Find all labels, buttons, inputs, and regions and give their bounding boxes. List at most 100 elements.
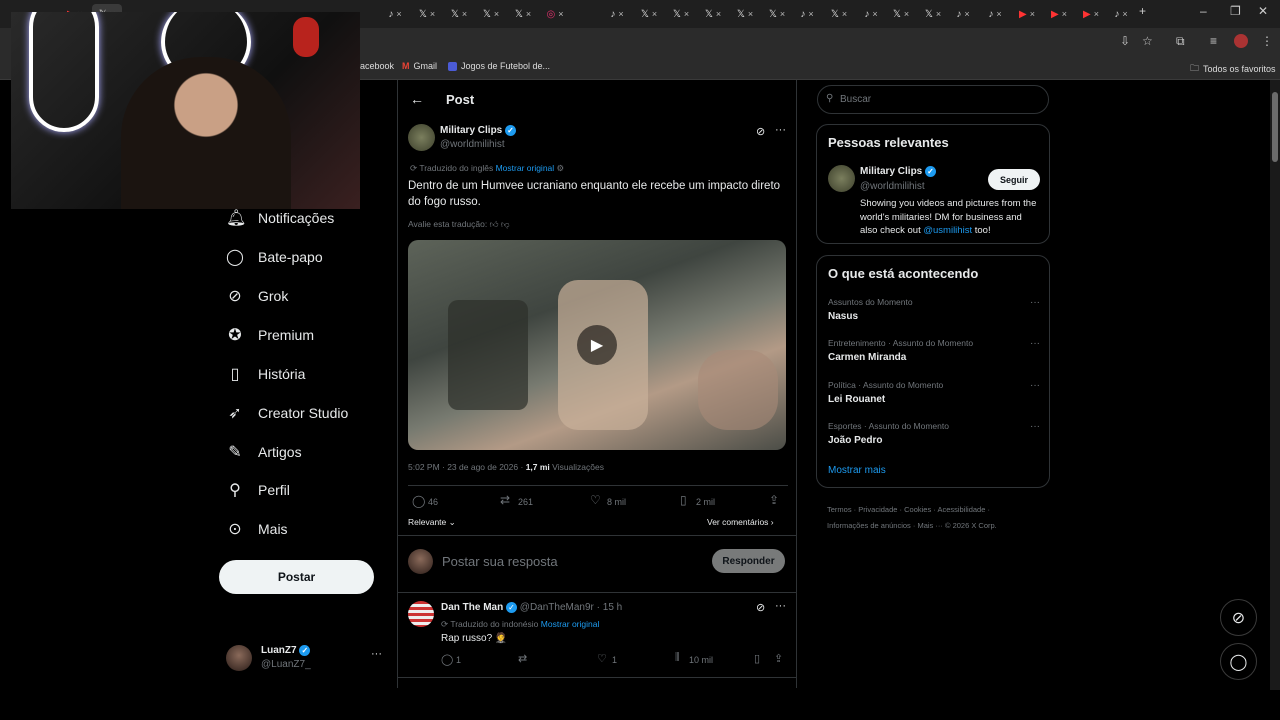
relevant-handle[interactable]: @worldmilihist bbox=[860, 181, 925, 192]
tab-tiktok[interactable]: ♪ × bbox=[856, 4, 886, 24]
settings-icon[interactable]: ⚙ bbox=[557, 163, 565, 173]
tab-x[interactable]: 𝕏 × bbox=[476, 4, 506, 24]
post-button[interactable]: Postar bbox=[219, 560, 374, 594]
footer-links[interactable]: Termos · Privacidade · Cookies · Acessib… bbox=[827, 502, 1047, 518]
author-avatar[interactable] bbox=[408, 124, 435, 151]
tab-youtube[interactable]: ▶× bbox=[1012, 4, 1042, 24]
tab-tiktok[interactable]: ♪ × bbox=[980, 4, 1010, 24]
account-switcher[interactable]: LuanZ7 ✓ @LuanZ7_ ··· bbox=[226, 644, 386, 674]
trend-item[interactable]: Política · Assunto do Momento Lei Rouanet… bbox=[828, 380, 1040, 405]
reply-author-avatar[interactable] bbox=[408, 601, 434, 627]
tab-tiktok[interactable]: ♪ × bbox=[948, 4, 978, 24]
more-icon[interactable]: ··· bbox=[1030, 297, 1040, 308]
tab-x[interactable]: 𝕏 × bbox=[824, 4, 854, 24]
bookmark-icon[interactable]: ▯ bbox=[754, 652, 760, 665]
tab-x[interactable]: 𝕏 × bbox=[634, 4, 664, 24]
tab-tiktok[interactable]: ♪ × bbox=[602, 4, 632, 24]
show-more-link[interactable]: Mostrar mais bbox=[828, 465, 886, 476]
trend-item[interactable]: Esportes · Assunto do Momento João Pedro ·… bbox=[828, 421, 1040, 446]
maximize-icon[interactable]: ❐ bbox=[1230, 4, 1241, 18]
reply-icon[interactable]: ◯ bbox=[441, 653, 453, 666]
more-icon[interactable]: ··· bbox=[775, 124, 786, 136]
nav-more[interactable]: ⊙ Mais bbox=[226, 519, 287, 539]
bookmark-icon[interactable]: ▯ bbox=[680, 493, 687, 507]
bookmark-game[interactable]: Jogos de Futebol de... bbox=[448, 61, 550, 71]
like-icon[interactable]: ♡ bbox=[597, 652, 607, 665]
relevant-name[interactable]: Military Clips ✓ bbox=[860, 166, 937, 177]
scrollbar-thumb[interactable] bbox=[1272, 92, 1278, 162]
footer-links[interactable]: Informações de anúncios · Mais ··· © 202… bbox=[827, 518, 1047, 534]
like-icon[interactable]: ♡ bbox=[590, 493, 601, 507]
extensions-icon[interactable]: ⧉ bbox=[1176, 34, 1185, 49]
reply-author[interactable]: Dan The Man ✓ @DanTheMan9r · 15 h bbox=[441, 602, 622, 613]
video-player[interactable]: ▶ bbox=[408, 240, 786, 450]
profile-avatar-icon[interactable] bbox=[1234, 34, 1248, 48]
nav-creator-studio[interactable]: ➶ Creator Studio bbox=[226, 403, 348, 423]
show-original-link[interactable]: Mostrar original bbox=[541, 619, 600, 629]
share-icon[interactable]: ⇪ bbox=[769, 493, 779, 507]
bookmark-gmail[interactable]: M Gmail bbox=[402, 61, 437, 71]
author-name[interactable]: Military Clips ✓ bbox=[440, 125, 517, 136]
nav-chat[interactable]: ◯ Bate-papo bbox=[226, 247, 323, 267]
grok-icon[interactable]: ⊘ bbox=[756, 601, 765, 614]
thumbs-up-icon[interactable]: 👍︎ bbox=[490, 219, 499, 229]
all-bookmarks[interactable]: 🗀 Todos os favoritos bbox=[1190, 61, 1276, 77]
scrollbar[interactable] bbox=[1270, 80, 1280, 690]
avatar[interactable] bbox=[828, 165, 855, 192]
share-icon[interactable]: ⇪ bbox=[774, 652, 783, 665]
grok-fab-icon[interactable]: ⊘ bbox=[1220, 599, 1257, 636]
follow-button[interactable]: Seguir bbox=[988, 169, 1040, 190]
tab-x[interactable]: 𝕏 × bbox=[886, 4, 916, 24]
more-icon[interactable]: ··· bbox=[1030, 421, 1040, 432]
reply-input[interactable]: Postar sua resposta bbox=[442, 554, 558, 569]
nav-premium[interactable]: ✪ Premium bbox=[226, 325, 314, 345]
more-icon[interactable]: ··· bbox=[1030, 338, 1040, 349]
star-icon[interactable]: ☆ bbox=[1142, 34, 1153, 48]
show-original-link[interactable]: Mostrar original bbox=[496, 163, 555, 173]
bookmark-facebook[interactable]: acebook bbox=[360, 61, 394, 71]
new-tab-icon[interactable]: + bbox=[1139, 4, 1146, 18]
tab-tiktok[interactable]: ♪ × bbox=[1106, 4, 1136, 24]
tab-instagram[interactable]: ◎ × bbox=[540, 4, 570, 24]
tab-x[interactable]: 𝕏 × bbox=[508, 4, 538, 24]
trend-item[interactable]: Entretenimento · Assunto do Momento Carme… bbox=[828, 338, 1040, 363]
tab-x[interactable]: 𝕏 × bbox=[730, 4, 760, 24]
grok-icon[interactable]: ⊘ bbox=[756, 125, 765, 138]
tab-x[interactable]: 𝕏 × bbox=[918, 4, 948, 24]
more-icon[interactable]: ··· bbox=[1030, 380, 1040, 391]
back-arrow-icon[interactable]: ← bbox=[410, 91, 424, 107]
nav-grok[interactable]: ⊘ Grok bbox=[226, 286, 288, 306]
tab-x[interactable]: 𝕏 × bbox=[444, 4, 474, 24]
reply-button[interactable]: Responder bbox=[712, 549, 785, 573]
nav-profile[interactable]: ⚲ Perfil bbox=[226, 480, 290, 500]
messages-fab-icon[interactable]: ◯ bbox=[1220, 643, 1257, 680]
views-icon[interactable]: ⫼ bbox=[675, 652, 680, 663]
tab-youtube[interactable]: ▶× bbox=[1076, 4, 1106, 24]
tab-x[interactable]: 𝕏 × bbox=[698, 4, 728, 24]
minimize-icon[interactable]: – bbox=[1200, 4, 1207, 18]
more-icon[interactable]: ··· bbox=[775, 600, 786, 612]
browser-menu-icon[interactable]: ⋮ bbox=[1261, 34, 1273, 48]
nav-notifications[interactable]: 🔔︎ Notificações bbox=[226, 208, 334, 228]
install-app-icon[interactable]: ⇩ bbox=[1120, 34, 1130, 48]
tab-tiktok[interactable]: ♪ × bbox=[792, 4, 822, 24]
tab-youtube[interactable]: ▶× bbox=[1044, 4, 1074, 24]
thumbs-down-icon[interactable]: 👎︎ bbox=[501, 219, 510, 229]
bio-link[interactable]: @usmilihist bbox=[923, 225, 972, 236]
tab-x[interactable]: 𝕏 × bbox=[762, 4, 792, 24]
nav-history[interactable]: ▯ História bbox=[226, 364, 306, 384]
repost-icon[interactable]: ⇄ bbox=[518, 652, 527, 665]
more-icon[interactable]: ··· bbox=[371, 648, 382, 660]
tab-x[interactable]: 𝕏 × bbox=[412, 4, 442, 24]
close-window-icon[interactable]: ✕ bbox=[1258, 4, 1268, 18]
trend-item[interactable]: Assuntos do Momento Nasus ··· bbox=[828, 297, 1040, 322]
tab-tiktok[interactable]: ♪ × bbox=[380, 4, 410, 24]
author-handle[interactable]: @worldmilihist bbox=[440, 139, 505, 150]
reply-icon[interactable]: ◯ bbox=[412, 494, 425, 508]
repost-icon[interactable]: ⇄ bbox=[500, 493, 510, 507]
nav-articles[interactable]: ✎ Artigos bbox=[226, 442, 301, 462]
sort-dropdown[interactable]: Relevante ⌄ bbox=[408, 517, 456, 528]
search-input[interactable]: ⚲ Buscar bbox=[817, 85, 1049, 114]
see-comments-link[interactable]: Ver comentários › bbox=[707, 517, 774, 527]
tab-x[interactable]: 𝕏 × bbox=[666, 4, 696, 24]
